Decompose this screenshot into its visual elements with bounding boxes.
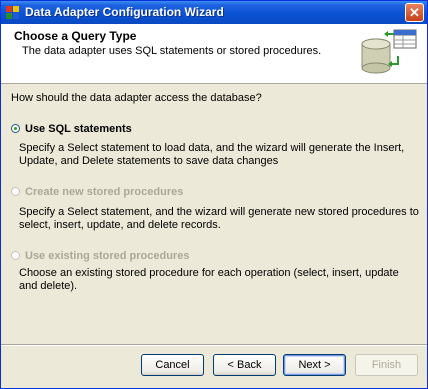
finish-button: Finish	[355, 354, 418, 376]
close-icon: ✕	[409, 5, 420, 20]
option-description: Choose an existing stored procedure for …	[19, 267, 399, 292]
wizard-window: Data Adapter Configuration Wizard ✕ Choo…	[0, 0, 428, 389]
radio-use-existing-stored-procedures[interactable]	[11, 251, 20, 260]
radio-use-sql-statements[interactable]	[11, 124, 20, 133]
next-button[interactable]: Next >	[283, 354, 346, 376]
title-bar[interactable]: Data Adapter Configuration Wizard ✕	[1, 1, 427, 24]
option-label[interactable]: Use SQL statements	[25, 123, 132, 135]
back-button[interactable]: < Back	[213, 354, 276, 376]
close-button[interactable]: ✕	[405, 3, 424, 22]
database-query-icon	[361, 29, 417, 74]
option-description: Specify a Select statement, and the wiza…	[19, 206, 419, 231]
option-description: Specify a Select statement to load data,…	[19, 142, 405, 167]
wizard-header: Choose a Query Type The data adapter use…	[1, 24, 427, 84]
page-subtitle: The data adapter uses SQL statements or …	[22, 45, 322, 57]
footer-divider	[1, 344, 427, 346]
window-title: Data Adapter Configuration Wizard	[25, 5, 224, 19]
option-label: Use existing stored procedures	[25, 250, 190, 262]
radio-create-new-stored-procedures[interactable]	[11, 187, 20, 196]
app-icon	[6, 6, 19, 19]
question-label: How should the data adapter access the d…	[11, 92, 262, 104]
cancel-button[interactable]: Cancel	[141, 354, 204, 376]
page-title: Choose a Query Type	[14, 29, 137, 43]
option-label: Create new stored procedures	[25, 186, 184, 198]
